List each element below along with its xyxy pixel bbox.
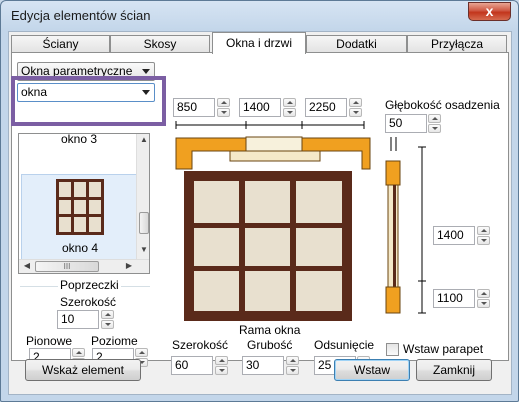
type-dropdown[interactable]: okna <box>17 83 155 102</box>
spin-up-icon[interactable] <box>428 114 441 123</box>
window-height-stepper[interactable] <box>477 226 490 245</box>
insert-button[interactable]: Wstaw <box>334 359 410 381</box>
depth-stepper[interactable] <box>428 114 441 133</box>
dialog-window: Edycja elementów ścian x Ściany Skosy Ok… <box>0 0 519 402</box>
scroll-thumb[interactable]: III <box>35 261 99 272</box>
spin-up-icon[interactable] <box>286 356 299 365</box>
tab-label: Okna i drzwi <box>225 36 293 50</box>
window-width-stepper[interactable] <box>283 98 296 117</box>
frame-thickness-input[interactable]: 30 <box>242 356 284 375</box>
parapet-label: Wstaw parapet <box>403 342 484 356</box>
left-width-input[interactable]: 850 <box>173 98 215 117</box>
depth-label: Głębokość osadzenia <box>385 98 500 112</box>
tab-sciany[interactable]: Ściany <box>11 35 110 53</box>
frame-width-label: Szerokość <box>172 338 229 352</box>
mullion-width-label: Szerokość <box>60 295 117 309</box>
tab-przylacza[interactable]: Przyłącza <box>407 35 507 53</box>
category-value: Okna parametryczne <box>21 64 133 78</box>
frame-group-label: Rama okna <box>239 323 301 337</box>
sill-height-stepper[interactable] <box>477 289 490 308</box>
type-value: okna <box>21 85 48 99</box>
spin-down-icon[interactable] <box>349 108 362 117</box>
category-dropdown[interactable]: Okna parametryczne <box>17 62 155 81</box>
spin-down-icon[interactable] <box>217 108 230 117</box>
title-bar[interactable]: Edycja elementów ścian x <box>1 1 518 31</box>
tab-okna-i-drzwi[interactable]: Okna i drzwi <box>212 32 306 54</box>
close-window-button[interactable]: x <box>468 2 511 21</box>
close-icon: x <box>485 3 494 19</box>
mullion-width-stepper[interactable] <box>101 310 114 329</box>
spin-down-icon[interactable] <box>101 320 114 329</box>
scroll-up-icon[interactable]: ▲ <box>138 134 149 146</box>
spin-down-icon[interactable] <box>428 124 441 133</box>
scroll-grip: III <box>63 262 71 271</box>
spin-up-icon[interactable] <box>477 226 490 235</box>
chevron-down-icon <box>142 90 150 95</box>
scroll-right-icon[interactable]: ▶ <box>123 260 135 272</box>
tab-dodatki[interactable]: Dodatki <box>306 35 407 53</box>
show-element-button[interactable]: Wskaż element <box>25 359 141 381</box>
scroll-left-icon[interactable]: ◀ <box>21 260 33 272</box>
mullions-group-label: Poprzeczki <box>58 278 121 292</box>
left-width-stepper[interactable] <box>217 98 230 117</box>
spin-down-icon[interactable] <box>215 366 228 375</box>
window-title: Edycja elementów ścian <box>11 8 151 23</box>
window-preview-drawing <box>175 121 426 321</box>
list-item-label: okno 4 <box>61 241 99 255</box>
tab-label: Przyłącza <box>430 37 483 51</box>
right-width-stepper[interactable] <box>349 98 362 117</box>
spin-up-icon[interactable] <box>215 356 228 365</box>
chevron-down-icon <box>142 69 150 74</box>
list-item[interactable]: okno 3 <box>21 134 137 146</box>
frame-width-input[interactable]: 60 <box>171 356 213 375</box>
frame-thickness-label: Grubość <box>247 338 293 352</box>
spin-up-icon[interactable] <box>283 98 296 107</box>
tab-panel-okna-i-drzwi: Okna parametryczne okna okno 3 okno 4 ▲ … <box>11 52 509 375</box>
scroll-down-icon[interactable]: ▼ <box>138 244 149 256</box>
scroll-thumb[interactable] <box>139 212 149 234</box>
spin-down-icon[interactable] <box>477 299 490 308</box>
parapet-checkbox[interactable] <box>386 343 399 356</box>
close-button[interactable]: Zamknij <box>416 359 492 381</box>
spin-up-icon[interactable] <box>135 348 148 357</box>
spin-down-icon[interactable] <box>477 236 490 245</box>
spin-up-icon[interactable] <box>72 348 85 357</box>
window-thumbnail <box>56 179 104 235</box>
window-width-input[interactable]: 1400 <box>239 98 281 117</box>
tab-label: Dodatki <box>336 37 377 51</box>
spin-down-icon[interactable] <box>286 366 299 375</box>
spin-up-icon[interactable] <box>101 310 114 319</box>
element-list[interactable]: okno 3 okno 4 ▲ ▼ ◀ III ▶ <box>18 133 150 274</box>
tab-label: Skosy <box>143 37 177 51</box>
list-item-selected[interactable]: okno 4 <box>21 174 137 260</box>
list-vertical-scrollbar[interactable]: ▲ ▼ <box>136 134 149 259</box>
list-horizontal-scrollbar[interactable]: ◀ III ▶ <box>19 259 149 273</box>
right-width-input[interactable]: 2250 <box>305 98 347 117</box>
spin-up-icon[interactable] <box>217 98 230 107</box>
vertical-mullions-label: Pionowe <box>26 334 73 348</box>
dialog-client-area: Ściany Skosy Okna i drzwi Dodatki Przyłą… <box>8 31 512 395</box>
tab-label: Ściany <box>42 37 79 51</box>
horizontal-mullions-label: Poziome <box>91 334 138 348</box>
spin-down-icon[interactable] <box>283 108 296 117</box>
spin-up-icon[interactable] <box>477 289 490 298</box>
spin-up-icon[interactable] <box>349 98 362 107</box>
frame-offset-label: Odsunięcie <box>314 338 375 352</box>
window-height-input[interactable]: 1400 <box>433 226 475 245</box>
sill-height-input[interactable]: 1100 <box>433 289 475 308</box>
frame-width-stepper[interactable] <box>215 356 228 375</box>
frame-thickness-stepper[interactable] <box>286 356 299 375</box>
tab-skosy[interactable]: Skosy <box>110 35 210 53</box>
mullion-width-input[interactable]: 10 <box>57 310 99 329</box>
